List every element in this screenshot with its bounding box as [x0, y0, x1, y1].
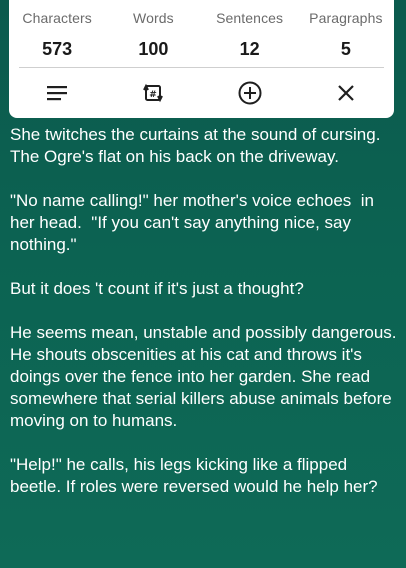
- close-button[interactable]: [298, 68, 394, 118]
- menu-button[interactable]: [9, 68, 105, 118]
- stats-row: Characters 573 Words 100 Sentences 12 Pa…: [9, 0, 394, 67]
- paragraph: "Help!" he calls, his legs kicking like …: [10, 455, 378, 496]
- stat-value: 12: [239, 39, 260, 59]
- stat-paragraphs: Paragraphs 5: [298, 0, 394, 67]
- text-content[interactable]: She twitches the curtains at the sound o…: [10, 124, 400, 520]
- menu-lines-icon: [46, 85, 68, 101]
- close-icon: [336, 83, 356, 103]
- add-button[interactable]: [202, 68, 298, 118]
- stat-value: 573: [42, 39, 73, 59]
- stat-words: Words 100: [105, 0, 201, 67]
- stat-value: 100: [138, 39, 169, 59]
- paragraph: She twitches the curtains at the sound o…: [10, 125, 385, 166]
- swap-tag-icon: #: [141, 81, 165, 105]
- stats-card: Characters 573 Words 100 Sentences 12 Pa…: [9, 0, 394, 118]
- paragraph: But it does 't count if it's just a thou…: [10, 279, 304, 298]
- paragraph: He seems mean, unstable and possibly dan…: [10, 323, 402, 430]
- paragraph: "No name calling!" her mother's voice ec…: [10, 191, 379, 254]
- stat-label: Sentences: [216, 10, 284, 26]
- stat-value: 5: [340, 39, 351, 59]
- swap-button[interactable]: #: [105, 68, 201, 118]
- stat-sentences: Sentences 12: [202, 0, 298, 67]
- stat-characters: Characters 573: [9, 0, 105, 67]
- toolbar: #: [9, 68, 394, 118]
- stat-label: Paragraphs: [309, 10, 383, 26]
- svg-text:#: #: [150, 90, 158, 100]
- stat-label: Words: [133, 10, 174, 26]
- add-circle-icon: [237, 80, 263, 106]
- stat-label: Characters: [22, 10, 92, 26]
